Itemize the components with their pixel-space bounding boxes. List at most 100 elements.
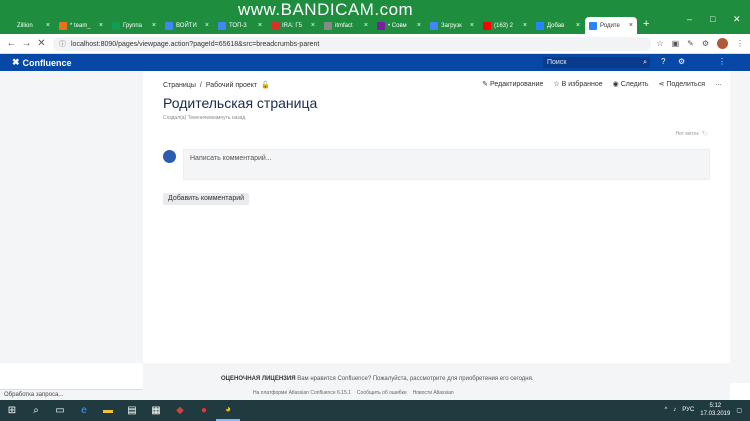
windows-icon[interactable]: ⊞ [0, 400, 24, 421]
url-text: localhost:8090/pages/viewpage.action?pag… [71, 40, 320, 48]
speaker-icon[interactable]: ♪ [673, 407, 676, 413]
footer-link-platform[interactable]: На платформе Atlassian Confluence 6.15.1 [253, 390, 351, 396]
address-bar[interactable]: ⓘ localhost:8090/pages/viewpage.action?p… [53, 37, 651, 51]
clock-time: 5:12 [709, 403, 722, 409]
share-button[interactable]: ⋖ Поделиться [658, 80, 705, 88]
close-tab-icon[interactable]: × [470, 22, 474, 29]
close-tab-icon[interactable]: × [364, 22, 368, 29]
labels-area[interactable]: Нет меток 🏷 [675, 131, 708, 137]
tab-favicon-icon [589, 21, 597, 30]
search-input[interactable]: Поиск ⌕ [543, 57, 650, 68]
explorer-icon[interactable]: ▬ [96, 400, 120, 421]
tab-label: * team_ [70, 22, 91, 29]
breadcrumb-project[interactable]: Рабочий проект [206, 82, 257, 89]
close-tab-icon[interactable]: × [258, 22, 262, 29]
watch-button[interactable]: ◉ Следить [613, 80, 649, 88]
tab-label: • Совм [388, 22, 407, 29]
close-tab-icon[interactable]: × [523, 22, 527, 29]
forward-button[interactable]: → [19, 38, 34, 49]
info-icon[interactable]: ⓘ [59, 39, 66, 49]
browser-tab[interactable]: * team_ × [55, 17, 107, 34]
tab-label: Родите [600, 22, 620, 29]
edit-button[interactable]: ✎ Редактирование [482, 80, 543, 88]
tab-favicon-icon [218, 21, 226, 30]
star-icon[interactable]: ☆ [656, 39, 663, 48]
lock-icon[interactable]: 🔓 [261, 81, 270, 89]
record-icon[interactable]: ● [192, 400, 216, 421]
close-tab-icon[interactable]: × [576, 22, 580, 29]
chevron-up-icon[interactable]: ^ [664, 407, 667, 413]
task-view-icon[interactable]: ▭ [48, 400, 72, 421]
settings-icon[interactable]: ⚙ [702, 39, 709, 48]
footer-link-bug[interactable]: Сообщить об ошибке [357, 390, 407, 396]
add-comment-button[interactable]: Добавить комментарий [163, 193, 250, 205]
scroll-gutter [730, 71, 750, 383]
browser-tab[interactable]: Zillion × [2, 17, 54, 34]
tab-favicon-icon [324, 21, 332, 30]
chrome-icon[interactable]: ◕ [216, 400, 240, 421]
help-icon[interactable]: ? [661, 57, 665, 66]
page-meta: Создал(а) Текеничевкамнуть назад [163, 115, 246, 121]
gear-icon[interactable]: ⚙ [678, 57, 685, 66]
comment-placeholder: Написать комментарий... [190, 155, 272, 162]
browser-tab[interactable]: Группа × [108, 17, 160, 34]
tab-favicon-icon [59, 21, 67, 30]
more-actions-button[interactable]: … [715, 80, 722, 88]
browser-tab[interactable]: Родите × [585, 17, 637, 34]
browser-tab[interactable]: Добав × [532, 17, 584, 34]
close-tab-icon[interactable]: × [311, 22, 315, 29]
more-icon[interactable]: ⋮ [736, 39, 744, 48]
breadcrumb-separator: / [199, 81, 202, 89]
menu-icon[interactable]: ⋮ [718, 57, 726, 66]
close-tab-icon[interactable]: × [205, 22, 209, 29]
browser-tab[interactable]: ТОП-3 × [214, 17, 266, 34]
browser-tab[interactable]: ВОЙТИ × [161, 17, 213, 34]
browser-tab[interactable]: • Совм × [373, 17, 425, 34]
browser-tab[interactable]: Загрузк × [426, 17, 478, 34]
edge-icon[interactable]: e [72, 400, 96, 421]
stop-loading-button[interactable]: ✕ [34, 38, 49, 49]
new-tab-button[interactable]: + [643, 18, 649, 30]
tab-favicon-icon [536, 21, 544, 30]
confluence-logo[interactable]: ✖ Confluence [12, 57, 72, 68]
close-tab-icon[interactable]: × [417, 22, 421, 29]
notifications-icon[interactable]: ▢ [736, 407, 742, 414]
close-tab-icon[interactable]: × [99, 22, 103, 29]
browser-tab[interactable]: (163) 2 × [479, 17, 531, 34]
extension-icon[interactable]: ▣ [672, 39, 680, 48]
tab-label: (163) 2 [494, 22, 514, 29]
maximize-button[interactable]: □ [710, 14, 715, 24]
share-icon: ⋖ [658, 81, 665, 88]
page-title: Родительская страница [163, 95, 318, 111]
pencil-icon: ✎ [482, 81, 489, 88]
confluence-logo-icon: ✖ [12, 57, 20, 67]
close-tab-icon[interactable]: × [152, 22, 156, 29]
language-indicator[interactable]: РУС [682, 407, 694, 413]
store-icon[interactable]: ▤ [120, 400, 144, 421]
clock[interactable]: 5:12 17.03.2019 [700, 402, 730, 418]
search-icon[interactable]: ⌕ [24, 400, 48, 421]
search-icon: ⌕ [643, 58, 647, 66]
license-text[interactable]: Вам нравится Confluence? Пожалуйста, рас… [297, 376, 533, 382]
comment-input[interactable]: Написать комментарий... [183, 149, 710, 180]
sidebar [0, 71, 143, 363]
tab-favicon-icon [112, 21, 120, 30]
extension-icon[interactable]: ✎ [687, 39, 694, 48]
footer-link-news[interactable]: Новости Atlassian [413, 390, 454, 396]
breadcrumb-pages[interactable]: Страницы [163, 82, 196, 89]
tab-favicon-icon [6, 21, 14, 30]
back-button[interactable]: ← [4, 38, 19, 49]
page-footer: ОЦЕНОЧНАЯ ЛИЦЕНЗИЯ Вам нравится Confluen… [143, 363, 730, 400]
minimize-button[interactable]: – [687, 14, 692, 24]
favorite-button[interactable]: ☆ В избранное [553, 80, 602, 88]
tag-icon: 🏷 [701, 131, 708, 137]
windows-taskbar: ⊞ ⌕ ▭ e ▬ ▤ ▦ ◆ ● ◕ ^ ♪ РУС 5:12 17.03.2… [0, 400, 750, 421]
calculator-icon[interactable]: ▦ [144, 400, 168, 421]
browser-tab[interactable]: IRA: Г5 × [267, 17, 319, 34]
close-window-button[interactable]: ✕ [733, 14, 741, 25]
profile-avatar[interactable] [717, 38, 728, 49]
browser-tab[interactable]: itmfact × [320, 17, 372, 34]
close-tab-icon[interactable]: × [46, 22, 50, 29]
close-tab-icon[interactable]: × [629, 22, 633, 29]
media-icon[interactable]: ◆ [168, 400, 192, 421]
